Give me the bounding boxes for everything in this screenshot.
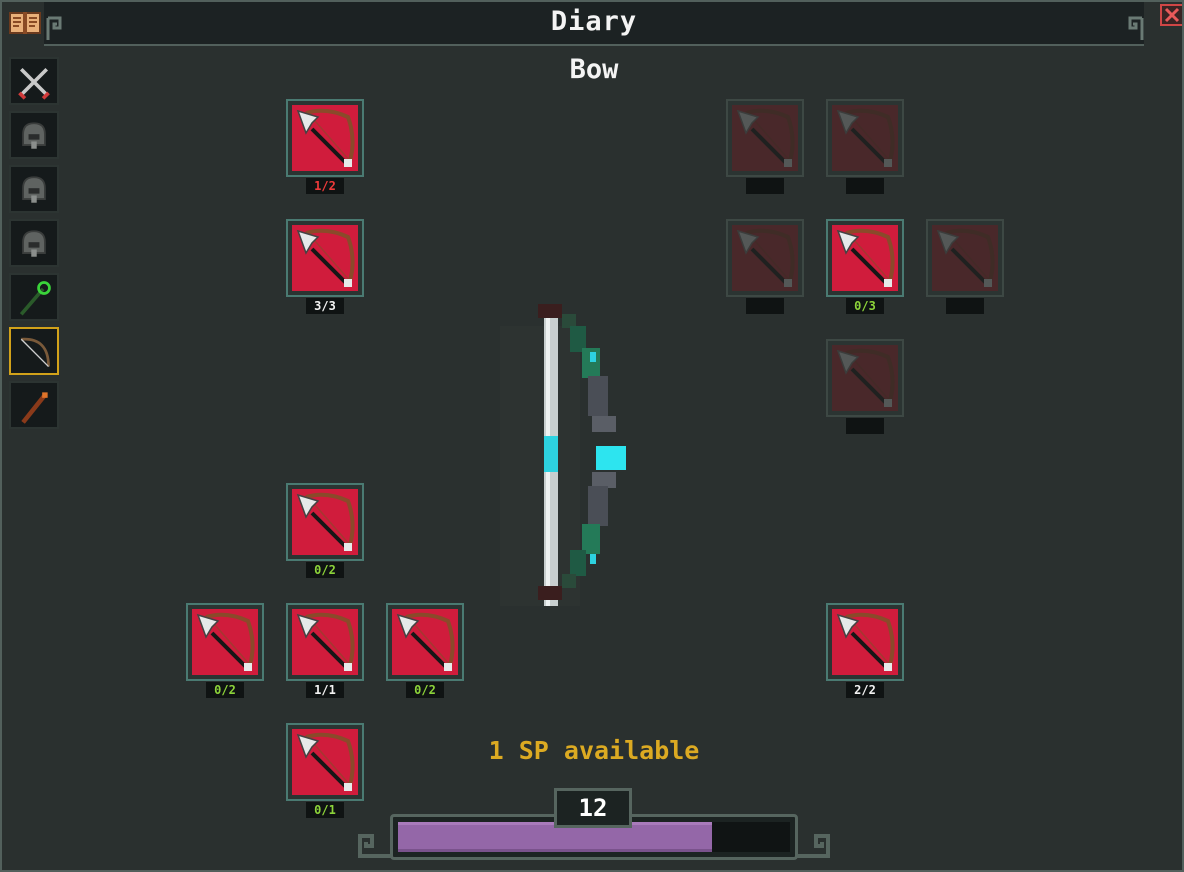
arrow-skill-icon xyxy=(186,603,264,681)
arrow-skill-icon xyxy=(726,99,804,177)
skill-level-label: 0/2 xyxy=(406,682,444,698)
tab-armor-1[interactable] xyxy=(9,111,59,159)
helmet-icon xyxy=(22,176,46,203)
skill-node[interactable] xyxy=(926,219,1004,297)
xp-ornament-right xyxy=(796,834,830,858)
skill-node[interactable] xyxy=(826,99,904,177)
arrow-skill-icon xyxy=(286,99,364,177)
skill-level-label: 0/3 xyxy=(846,298,884,314)
category-title: Bow xyxy=(569,54,619,85)
arrow-skill-icon xyxy=(826,603,904,681)
skill-node[interactable] xyxy=(726,219,804,297)
tab-staff[interactable] xyxy=(9,273,59,321)
skill-node[interactable] xyxy=(286,483,364,561)
book-icon xyxy=(9,12,41,34)
skill-level-label xyxy=(946,298,984,314)
skill-level-label xyxy=(846,178,884,194)
tab-wand[interactable] xyxy=(9,381,59,429)
skill-node[interactable] xyxy=(726,99,804,177)
skill-node[interactable] xyxy=(286,99,364,177)
tab-armor-3[interactable] xyxy=(9,219,59,267)
bow-artwork xyxy=(500,304,626,606)
arrow-skill-icon xyxy=(286,603,364,681)
diary-button[interactable] xyxy=(8,7,42,39)
skill-node[interactable] xyxy=(186,603,264,681)
level-number: 12 xyxy=(578,794,608,822)
diary-window: Diary Bow 1 SP available 12 1/2 3/3 0/2 … xyxy=(0,0,1184,872)
skill-node[interactable] xyxy=(826,339,904,417)
tab-armor-2[interactable] xyxy=(9,165,59,213)
corner-ornament-right xyxy=(1128,16,1144,40)
skill-level-label: 1/2 xyxy=(306,178,344,194)
skill-level-label xyxy=(746,178,784,194)
skill-node[interactable] xyxy=(286,219,364,297)
arrow-skill-icon xyxy=(386,603,464,681)
skill-level-label: 0/1 xyxy=(306,802,344,818)
corner-ornament-left xyxy=(46,16,62,40)
skill-points-available: 1 SP available xyxy=(488,736,700,765)
skill-level-label xyxy=(746,298,784,314)
skill-node[interactable] xyxy=(826,603,904,681)
bow-icon xyxy=(20,337,50,368)
arrow-skill-icon xyxy=(826,339,904,417)
skill-level-label: 3/3 xyxy=(306,298,344,314)
wand-icon xyxy=(21,392,48,424)
staff-icon xyxy=(19,281,51,316)
tab-bow[interactable] xyxy=(9,327,59,375)
window-title: Diary xyxy=(550,6,638,37)
skill-node[interactable] xyxy=(286,603,364,681)
arrow-skill-icon xyxy=(826,99,904,177)
arrow-skill-icon xyxy=(926,219,1004,297)
skill-node[interactable] xyxy=(286,723,364,801)
skill-node[interactable] xyxy=(386,603,464,681)
helmet-icon xyxy=(22,122,46,149)
skill-level-label xyxy=(846,418,884,434)
close-icon xyxy=(1160,4,1182,26)
arrow-skill-icon xyxy=(826,219,904,297)
arrow-skill-icon xyxy=(286,723,364,801)
close-button[interactable] xyxy=(1160,4,1182,26)
skill-level-label: 2/2 xyxy=(846,682,884,698)
skill-node[interactable] xyxy=(826,219,904,297)
arrow-skill-icon xyxy=(286,483,364,561)
arrow-skill-icon xyxy=(726,219,804,297)
arrow-skill-icon xyxy=(286,219,364,297)
tab-swords[interactable] xyxy=(9,57,59,105)
skill-level-label: 1/1 xyxy=(306,682,344,698)
skill-level-label: 0/2 xyxy=(306,562,344,578)
helmet-icon xyxy=(22,230,46,257)
skill-level-label: 0/2 xyxy=(206,682,244,698)
crossed-swords-icon xyxy=(18,67,50,100)
xp-ornament-left xyxy=(358,834,392,858)
